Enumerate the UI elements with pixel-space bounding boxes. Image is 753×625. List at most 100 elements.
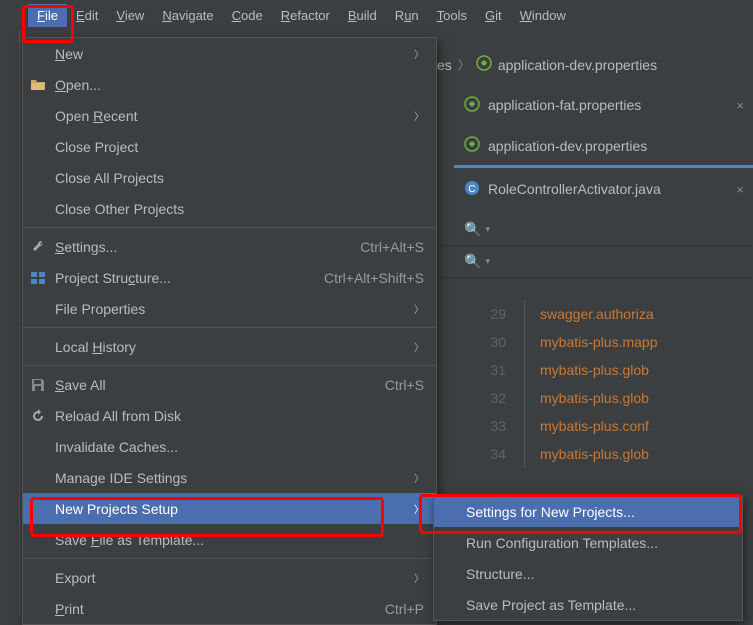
menu-item-label: Save All: [55, 377, 385, 393]
menu-item-close-all-projects[interactable]: Close All Projects: [23, 162, 436, 193]
menu-item-label: Print: [55, 601, 385, 617]
menu-item-close-other-projects[interactable]: Close Other Projects: [23, 193, 436, 224]
code-line[interactable]: swagger.authoriza: [540, 300, 658, 328]
line-number: 31: [440, 356, 506, 384]
submenu-item-save-project-as-template[interactable]: Save Project as Template...: [434, 589, 742, 620]
code-line[interactable]: mybatis-plus.glob: [540, 356, 658, 384]
search-icon: 🔍: [464, 221, 481, 238]
java-class-icon: C: [464, 180, 480, 199]
spring-icon: [464, 136, 480, 155]
menu-item-label: File Properties: [55, 301, 414, 317]
code-line[interactable]: mybatis-plus.mapp: [540, 328, 658, 356]
breadcrumb: ces 〉 application-dev.properties: [430, 55, 657, 74]
chevron-right-icon: 〉: [414, 301, 424, 316]
chevron-right-icon: 〉: [414, 108, 424, 123]
chevron-right-icon: 〉: [414, 501, 424, 516]
svg-text:C: C: [468, 184, 475, 195]
new-projects-setup-submenu: Settings for New Projects... Run Configur…: [433, 495, 743, 621]
menu-item-label: Settings for New Projects...: [466, 504, 730, 520]
menu-shortcut: Ctrl+P: [385, 601, 424, 617]
submenu-item-run-configuration-templates[interactable]: Run Configuration Templates...: [434, 527, 742, 558]
chevron-down-icon[interactable]: ▾: [485, 256, 490, 267]
menu-item-manage-ide-settings[interactable]: Manage IDE Settings〉: [23, 462, 436, 493]
menu-item-open-recent[interactable]: Open Recent〉: [23, 100, 436, 131]
menu-shortcut: Ctrl+Alt+Shift+S: [324, 270, 424, 286]
spring-icon: [464, 96, 480, 115]
menu-code[interactable]: Code: [223, 4, 272, 27]
menu-navigate[interactable]: Navigate: [153, 4, 222, 27]
menu-item-reload-all-from-disk[interactable]: Reload All from Disk: [23, 400, 436, 431]
menu-item-label: Close Other Projects: [55, 201, 424, 217]
menu-item-new-projects-setup[interactable]: New Projects Setup〉: [23, 493, 436, 524]
line-gutter: 293031323334: [440, 300, 525, 468]
menu-item-label: Close All Projects: [55, 170, 424, 186]
menu-item-settings[interactable]: Settings...Ctrl+Alt+S: [23, 231, 436, 262]
menu-item-label: Close Project: [55, 139, 424, 155]
menu-item-label: Open Recent: [55, 108, 414, 124]
chevron-right-icon: 〉: [414, 46, 424, 61]
code-content[interactable]: swagger.authorizamybatis-plus.mappmybati…: [540, 300, 658, 468]
menu-item-local-history[interactable]: Local History〉: [23, 331, 436, 362]
menu-item-label: Structure...: [466, 566, 730, 582]
menu-git[interactable]: Git: [476, 4, 511, 27]
spring-leaf-icon: [476, 55, 492, 74]
tab-application-fat-properties[interactable]: application-fat.properties ×: [454, 84, 753, 126]
menu-item-file-properties[interactable]: File Properties〉: [23, 293, 436, 324]
code-line[interactable]: mybatis-plus.glob: [540, 384, 658, 412]
menubar-left-gap: [0, 0, 24, 30]
menu-item-print[interactable]: PrintCtrl+P: [23, 593, 436, 624]
tab-label: application-dev.properties: [488, 138, 647, 154]
tab-label: RoleControllerActivator.java: [488, 181, 661, 197]
chevron-right-icon: 〉: [458, 56, 470, 73]
tab-application-dev-properties[interactable]: application-dev.properties: [454, 126, 753, 168]
close-icon[interactable]: ×: [736, 182, 744, 197]
submenu-item-settings-for-new-projects[interactable]: Settings for New Projects...: [434, 496, 742, 527]
tool-window-bar[interactable]: [0, 30, 20, 616]
tab-rolecontrolleractivator-java[interactable]: C RoleControllerActivator.java ×: [454, 168, 753, 210]
menu-item-label: New: [55, 46, 414, 62]
editor-tabs: application-fat.properties × application-d…: [454, 84, 753, 210]
search-bar[interactable]: 🔍▾: [440, 214, 752, 246]
menu-tools[interactable]: Tools: [428, 4, 476, 27]
menu-item-label: Save File as Template...: [55, 532, 424, 548]
close-icon[interactable]: ×: [736, 98, 744, 113]
project-icon: [29, 269, 47, 287]
menu-item-save-all[interactable]: Save AllCtrl+S: [23, 369, 436, 400]
tab-label: application-fat.properties: [488, 97, 641, 113]
code-line[interactable]: mybatis-plus.glob: [540, 440, 658, 468]
menu-item-save-file-as-template[interactable]: Save File as Template...: [23, 524, 436, 555]
menu-bar: FileEditViewNavigateCodeRefactorBuildRun…: [0, 0, 753, 30]
menu-item-invalidate-caches[interactable]: Invalidate Caches...: [23, 431, 436, 462]
menu-separator: [23, 227, 436, 228]
breadcrumb-file[interactable]: application-dev.properties: [498, 57, 657, 73]
line-number: 33: [440, 412, 506, 440]
menu-item-open[interactable]: Open...: [23, 69, 436, 100]
menu-window[interactable]: Window: [511, 4, 575, 27]
chevron-down-icon[interactable]: ▾: [485, 224, 490, 235]
code-line[interactable]: mybatis-plus.conf: [540, 412, 658, 440]
line-number: 32: [440, 384, 506, 412]
menu-file[interactable]: File: [28, 4, 67, 27]
menu-edit[interactable]: Edit: [67, 4, 107, 27]
search-icon: 🔍: [464, 253, 481, 270]
menu-item-label: Local History: [55, 339, 414, 355]
menu-refactor[interactable]: Refactor: [272, 4, 339, 27]
menu-item-close-project[interactable]: Close Project: [23, 131, 436, 162]
menu-build[interactable]: Build: [339, 4, 386, 27]
save-icon: [29, 376, 47, 394]
menu-item-label: Save Project as Template...: [466, 597, 730, 613]
chevron-right-icon: 〉: [414, 470, 424, 485]
menu-item-label: New Projects Setup: [55, 501, 414, 517]
menu-item-label: Manage IDE Settings: [55, 470, 414, 486]
menu-view[interactable]: View: [107, 4, 153, 27]
chevron-right-icon: 〉: [414, 339, 424, 354]
menu-item-project-structure[interactable]: Project Structure...Ctrl+Alt+Shift+S: [23, 262, 436, 293]
menu-shortcut: Ctrl+Alt+S: [360, 239, 424, 255]
menu-item-export[interactable]: Export〉: [23, 562, 436, 593]
menu-item-label: Export: [55, 570, 414, 586]
chevron-right-icon: 〉: [414, 570, 424, 585]
menu-item-new[interactable]: New〉: [23, 38, 436, 69]
search-bar-secondary[interactable]: 🔍▾: [440, 246, 752, 278]
submenu-item-structure[interactable]: Structure...: [434, 558, 742, 589]
menu-run[interactable]: Run: [386, 4, 428, 27]
